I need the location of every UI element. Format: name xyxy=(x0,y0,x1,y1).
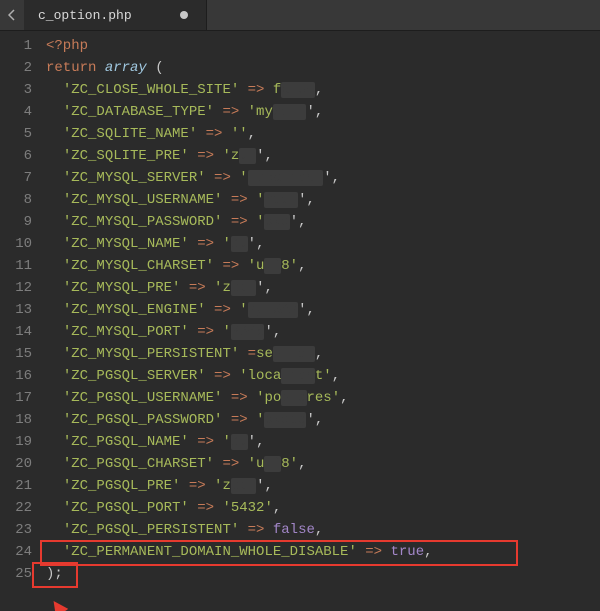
line-number: 6 xyxy=(0,145,32,167)
line-number: 22 xyxy=(0,497,32,519)
code-line: 'ZC_PGSQL_PORT' => '5432', xyxy=(46,497,600,519)
dirty-indicator-icon xyxy=(180,11,188,19)
code-line: ); xyxy=(46,563,600,585)
line-number: 3 xyxy=(0,79,32,101)
code-line: 'ZC_DATABASE_TYPE' => 'mysqli', xyxy=(46,101,600,123)
code-line: 'ZC_PGSQL_SERVER' => 'localhost', xyxy=(46,365,600,387)
code-line: 'ZC_SQLITE_PRE' => 'zb_', xyxy=(46,145,600,167)
line-number: 1 xyxy=(0,35,32,57)
line-number: 2 xyxy=(0,57,32,79)
line-number: 8 xyxy=(0,189,32,211)
code-line: 'ZC_PGSQL_PERSISTENT' => false, xyxy=(46,519,600,541)
code-line: 'ZC_CLOSE_WHOLE_SITE' => false, xyxy=(46,79,600,101)
line-number: 19 xyxy=(0,431,32,453)
line-gutter: 1234567891011121314151617181920212223242… xyxy=(0,31,40,611)
code-line: 'ZC_PGSQL_PRE' => 'zbp_', xyxy=(46,475,600,497)
code-line: 'ZC_MYSQL_PASSWORD' => 'pwd', xyxy=(46,211,600,233)
line-number: 21 xyxy=(0,475,32,497)
line-number: 4 xyxy=(0,101,32,123)
line-number: 18 xyxy=(0,409,32,431)
line-number: 16 xyxy=(0,365,32,387)
code-line: 'ZC_MYSQL_PRE' => 'zbp_', xyxy=(46,277,600,299)
code-line: 'ZC_PGSQL_NAME' => 'db', xyxy=(46,431,600,453)
line-number: 5 xyxy=(0,123,32,145)
line-number: 10 xyxy=(0,233,32,255)
code-line: 'ZC_MYSQL_ENGINE' => 'MyISAM', xyxy=(46,299,600,321)
line-number: 17 xyxy=(0,387,32,409)
code-line: 'ZC_MYSQL_PERSISTENT' =se> fal, xyxy=(46,343,600,365)
line-number: 15 xyxy=(0,343,32,365)
code-line: 'ZC_MYSQL_SERVER' => 'localhost', xyxy=(46,167,600,189)
code-line: 'ZC_PERMANENT_DOMAIN_WHOLE_DISABLE' => t… xyxy=(46,541,600,563)
code-line: 'ZC_MYSQL_CHARSET' => 'utf8', xyxy=(46,255,600,277)
line-number: 25 xyxy=(0,563,32,585)
nav-left-icon[interactable] xyxy=(0,0,24,30)
code-line: 'ZC_PGSQL_CHARSET' => 'utf8', xyxy=(46,453,600,475)
line-number: 23 xyxy=(0,519,32,541)
line-number: 14 xyxy=(0,321,32,343)
code-area[interactable]: <?phpreturn array ( 'ZC_CLOSE_WHOLE_SITE… xyxy=(40,31,600,611)
code-line: 'ZC_MYSQL_NAME' => 'db', xyxy=(46,233,600,255)
tab-active[interactable]: c_option.php xyxy=(24,0,207,30)
code-line: <?php xyxy=(46,35,600,57)
tab-bar: c_option.php xyxy=(0,0,600,31)
code-line: 'ZC_PGSQL_USERNAME' => 'postgres', xyxy=(46,387,600,409)
code-line: 'ZC_MYSQL_PORT' => '3306', xyxy=(46,321,600,343)
line-number: 20 xyxy=(0,453,32,475)
file-name: c_option.php xyxy=(38,8,132,23)
code-line: 'ZC_PGSQL_PASSWORD' => 'pwdpg', xyxy=(46,409,600,431)
code-line: return array ( xyxy=(46,57,600,79)
line-number: 7 xyxy=(0,167,32,189)
line-number: 24 xyxy=(0,541,32,563)
editor: 1234567891011121314151617181920212223242… xyxy=(0,31,600,611)
line-number: 11 xyxy=(0,255,32,277)
line-number: 9 xyxy=(0,211,32,233)
code-line: 'ZC_SQLITE_NAME' => '', xyxy=(46,123,600,145)
line-number: 13 xyxy=(0,299,32,321)
code-line: 'ZC_MYSQL_USERNAME' => 'root', xyxy=(46,189,600,211)
line-number: 12 xyxy=(0,277,32,299)
